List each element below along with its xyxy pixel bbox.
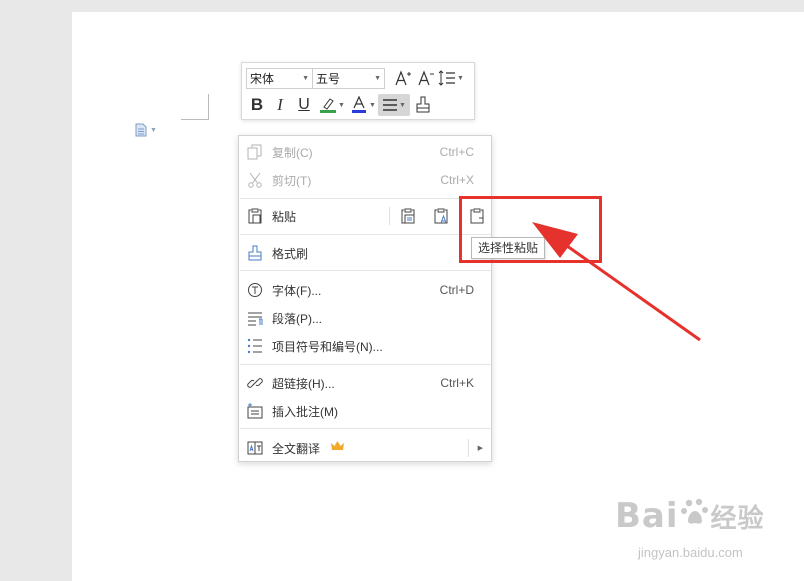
paw-icon xyxy=(679,495,711,536)
baidu-watermark-logo: Bai 经验 xyxy=(615,495,765,536)
watermark-brand-suffix: 经验 xyxy=(710,504,765,534)
watermark-url: jingyan.baidu.com xyxy=(638,545,743,560)
annotation-arrow xyxy=(532,222,701,342)
watermark-brand: Bai xyxy=(615,496,679,536)
